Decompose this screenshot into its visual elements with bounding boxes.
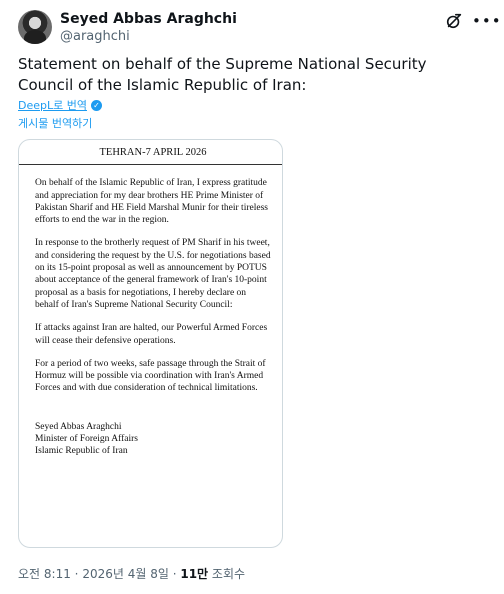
grok-icon[interactable] [445,12,463,30]
avatar[interactable] [18,10,52,44]
signature-name: Seyed Abbas Araghchi [35,421,122,432]
statement-document: TEHRAN-7 APRIL 2026 On behalf of the Isl… [19,147,282,458]
author-handle[interactable]: @araghchi [60,29,130,44]
document-divider [19,164,282,166]
deepl-translate-link[interactable]: DeepL로 번역 [18,97,87,113]
document-signature: Seyed Abbas Araghchi Minister of Foreign… [35,421,271,458]
tweet-text: Statement on behalf of the Supreme Natio… [18,55,427,94]
translate-post-link[interactable]: 게시물 번역하기 [18,115,92,131]
tweet-metadata: 오전 8:11 · 2026년 4월 8일 · 11만 조회수 [18,565,245,582]
document-paragraph: If attacks against Iran are halted, our … [35,323,268,346]
document-paragraph: On behalf of the Islamic Republic of Ira… [35,178,268,226]
translation-attribution[interactable]: DeepL로 번역 ✓ [18,97,102,113]
document-header: TEHRAN-7 APRIL 2026 [99,147,207,158]
views-label: 조회수 [211,567,246,581]
views-count: 11만 [180,567,209,581]
document-paragraph: For a period of two weeks, safe passage … [35,358,266,394]
document-paragraph: In response to the brotherly request of … [35,238,271,310]
author-name[interactable]: Seyed Abbas Araghchi [60,11,237,27]
more-icon[interactable]: ••• [472,14,501,29]
signature-title: Minister of Foreign Affairs [35,434,138,445]
post-time[interactable]: 오전 8:11 [18,567,71,581]
tweet-header: Seyed Abbas Araghchi @araghchi ••• [18,10,501,46]
signature-country: Islamic Republic of Iran [35,446,128,457]
deepl-badge-icon: ✓ [90,99,102,111]
statement-image[interactable]: TEHRAN-7 APRIL 2026 On behalf of the Isl… [18,139,283,548]
post-date[interactable]: 2026년 4월 8일 [82,567,169,581]
